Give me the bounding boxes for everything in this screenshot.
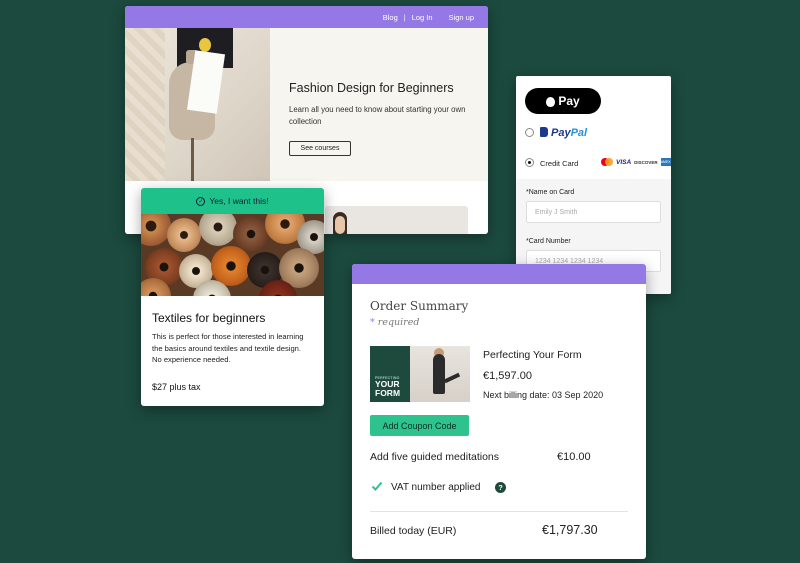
addon-price: €10.00 <box>557 451 591 463</box>
yes-want-banner[interactable]: ✓ Yes, I want this! <box>141 188 324 214</box>
product-thumbnail: PERFECTING YOUR FORM <box>370 346 470 402</box>
nav-separator: | <box>403 12 406 22</box>
divider <box>370 511 628 512</box>
fabric-rolls-image <box>141 214 324 296</box>
required-star: * <box>370 317 375 328</box>
credit-card-label: Credit Card <box>540 159 579 168</box>
card-logos: VISA DISCOVER AMEX <box>601 158 671 166</box>
course-photo <box>325 206 468 234</box>
nav-login-link[interactable]: Log In <box>412 13 433 22</box>
apple-icon <box>546 97 556 107</box>
textiles-title: Textiles for beginners <box>152 311 266 325</box>
addon-label: Add five guided meditations <box>370 451 499 463</box>
order-summary-title: Order Summary <box>370 299 469 313</box>
billed-total: €1,797.30 <box>542 523 598 537</box>
site-nav-bar: Blog | Log In Sign up <box>125 6 488 28</box>
hero-title: Fashion Design for Beginners <box>289 81 454 95</box>
apple-pay-label: Pay <box>558 94 580 108</box>
visa-logo: VISA <box>616 158 632 166</box>
check-circle-icon: ✓ <box>196 196 206 206</box>
see-courses-button[interactable]: See courses <box>289 141 351 156</box>
thumb-big-line-2: FORM <box>375 388 401 398</box>
help-icon[interactable]: ? <box>495 482 506 493</box>
billed-today-label: Billed today (EUR) <box>370 525 457 537</box>
required-text: required <box>377 317 420 328</box>
checkmark-icon <box>371 481 383 491</box>
product-price: €1,597.00 <box>483 370 532 382</box>
paypal-radio[interactable] <box>525 128 534 137</box>
order-summary-card: Order Summary * required PERFECTING YOUR… <box>352 264 646 559</box>
payment-method-card: Pay PayPal Credit Card VISA DISCOVER AME… <box>516 76 671 294</box>
discover-logo: DISCOVER <box>634 159 658 165</box>
banner-label: Yes, I want this! <box>209 196 269 206</box>
product-name: Perfecting Your Form <box>483 349 582 361</box>
next-billing-date: Next billing date: 03 Sep 2020 <box>483 390 604 400</box>
paypal-icon <box>540 127 548 137</box>
nav-signup-link[interactable]: Sign up <box>449 13 474 22</box>
mannequin-photo <box>125 28 270 181</box>
amex-logo: AMEX <box>660 158 671 166</box>
textiles-description: This is perfect for those interested in … <box>152 332 304 364</box>
hero-subtitle: Learn all you need to know about startin… <box>289 105 466 126</box>
mastercard-icon <box>601 158 613 166</box>
vat-applied-text: VAT number applied <box>391 482 481 493</box>
paypal-text-a: Pay <box>551 127 571 139</box>
nav-blog-link[interactable]: Blog <box>383 13 398 22</box>
hero-section: Fashion Design for Beginners Learn all y… <box>125 28 488 181</box>
name-on-card-label: *Name on Card <box>526 189 575 196</box>
paypal-text-b: Pal <box>570 127 588 139</box>
order-header-bar <box>352 264 646 284</box>
thumb-big-text: YOUR FORM <box>375 380 400 398</box>
textiles-price: $27 plus tax <box>152 382 201 392</box>
credit-card-radio[interactable] <box>525 158 534 167</box>
card-number-label: *Card Number <box>526 238 571 245</box>
add-coupon-button[interactable]: Add Coupon Code <box>370 415 469 436</box>
required-note: * required <box>370 317 419 328</box>
apple-pay-button[interactable]: Pay <box>525 88 601 114</box>
name-on-card-input[interactable]: Emily J Smith <box>526 201 661 223</box>
paypal-logo: PayPal <box>540 127 587 139</box>
textiles-course-card: ✓ Yes, I want this! Textiles for beginne… <box>141 188 324 406</box>
